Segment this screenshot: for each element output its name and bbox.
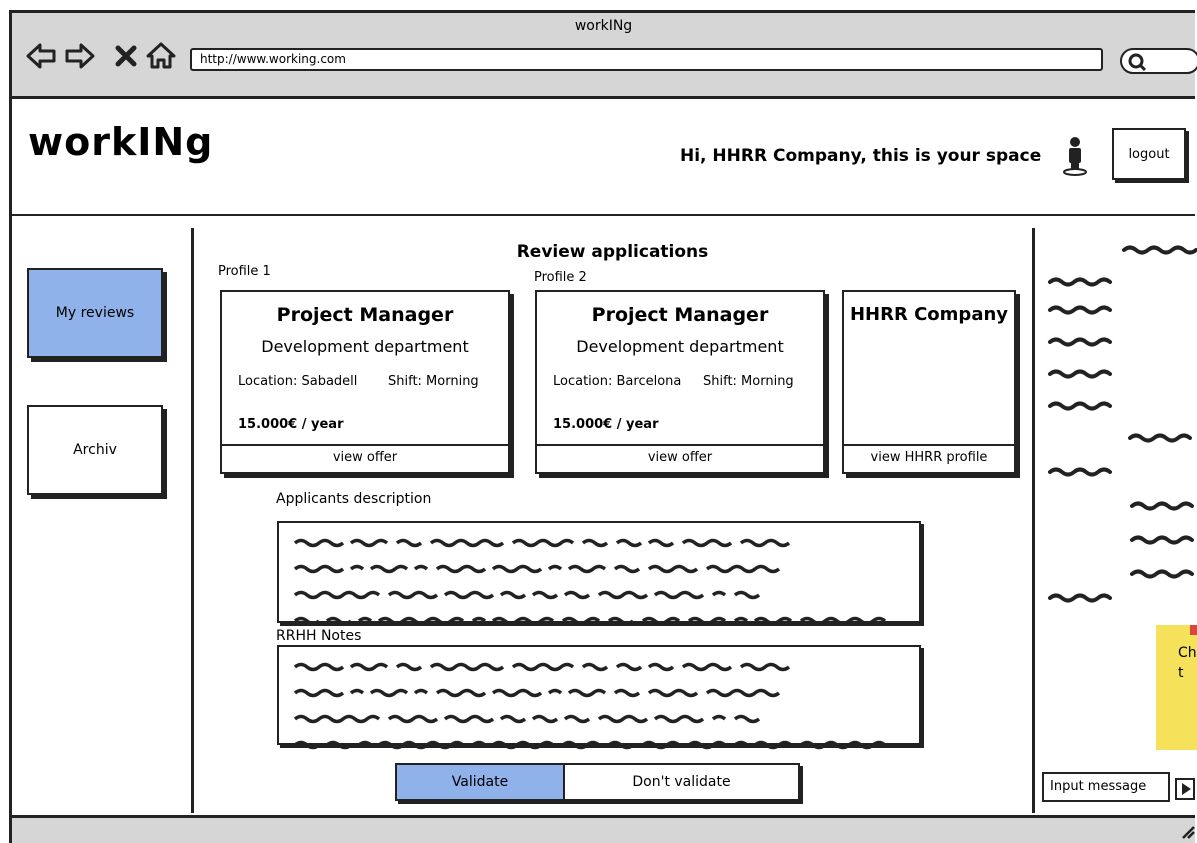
chat-message	[1048, 401, 1112, 411]
profile-card-1: Project Manager Development department L…	[220, 290, 510, 474]
job-department: Development department	[261, 337, 469, 356]
profile-card-2: Project Manager Development department L…	[535, 290, 825, 474]
applicants-label: Applicants description	[276, 491, 432, 507]
browser-search-button[interactable]	[1120, 48, 1197, 74]
chat-message	[1048, 337, 1112, 347]
sticky-pin	[1190, 625, 1197, 635]
chat-message	[1130, 569, 1194, 579]
url-bar[interactable]: http://www.working.com	[190, 48, 1103, 71]
chat-message	[1128, 433, 1192, 443]
job-salary: 15.000€ / year	[553, 417, 659, 432]
scribble-text	[293, 714, 761, 724]
chat-message	[1048, 369, 1112, 379]
scribble-text	[293, 740, 887, 750]
job-salary: 15.000€ / year	[238, 417, 344, 432]
applicants-description-box[interactable]	[277, 521, 921, 626]
sticky-note: Ch t	[1156, 625, 1197, 750]
titlebar-divider	[12, 96, 1195, 99]
sticky-note-text: Ch t	[1178, 645, 1197, 681]
job-title: Project Manager	[276, 304, 454, 326]
chat-message	[1048, 277, 1112, 287]
view-offer-button[interactable]: view offer	[222, 444, 508, 472]
scribble-text	[293, 564, 781, 574]
header-divider	[12, 214, 1195, 216]
sidebar-item-label: My reviews	[55, 305, 135, 321]
section-title: Review applications	[516, 242, 709, 262]
dont-validate-button[interactable]: Don't validate	[565, 765, 798, 799]
scribble-text	[293, 590, 761, 600]
chat-message	[1122, 245, 1197, 255]
sidebar-item-label: Archiv	[73, 442, 117, 458]
chat-message	[1130, 501, 1194, 511]
user-icon	[1063, 137, 1087, 176]
window-title: workINg	[574, 18, 633, 34]
stop-icon[interactable]	[113, 36, 139, 76]
job-shift: Shift: Morning	[703, 374, 794, 389]
sidebar-item-archiv[interactable]: Archiv	[27, 405, 163, 495]
scribble-text	[293, 662, 791, 672]
resize-handle-icon[interactable]	[1180, 824, 1196, 840]
chat-message	[1130, 535, 1194, 545]
chat-message-input[interactable]: Input message	[1042, 772, 1170, 802]
scribble-text	[293, 688, 781, 698]
chat-message	[1048, 593, 1112, 603]
view-hhrr-profile-button[interactable]: view HHRR profile	[844, 444, 1014, 472]
scribble-text	[293, 538, 791, 548]
profile-2-label: Profile 2	[534, 270, 587, 285]
job-title: Project Manager	[591, 304, 769, 326]
app-logo: workINg	[28, 120, 214, 164]
validate-button[interactable]: Validate	[397, 765, 565, 799]
sidebar-item-my-reviews[interactable]: My reviews	[27, 268, 163, 358]
status-bar	[12, 818, 1195, 843]
chat-messages	[1048, 245, 1197, 603]
chat-message	[1048, 467, 1112, 477]
search-icon	[1128, 53, 1147, 72]
back-arrow-icon[interactable]	[24, 36, 58, 76]
send-button[interactable]	[1175, 778, 1195, 800]
job-shift: Shift: Morning	[388, 374, 479, 389]
job-location: Location: Sabadell	[238, 374, 358, 389]
logout-button[interactable]: logout	[1112, 128, 1186, 180]
notes-label: RRHH Notes	[276, 628, 362, 644]
chat-message	[1048, 305, 1112, 315]
job-department: Development department	[576, 337, 784, 356]
profile-1-label: Profile 1	[218, 264, 271, 279]
scribble-text	[293, 616, 887, 626]
forward-arrow-icon[interactable]	[63, 36, 97, 76]
company-card: HHRR Company view HHRR profile	[842, 290, 1016, 474]
home-icon[interactable]	[144, 36, 178, 76]
play-icon	[1182, 783, 1191, 795]
company-name: HHRR Company	[849, 304, 1009, 325]
sidebar-divider	[191, 228, 194, 813]
greeting-text: Hi, HHRR Company, this is your space	[680, 146, 1042, 166]
view-offer-button[interactable]: view offer	[537, 444, 823, 472]
chat-divider	[1032, 228, 1035, 813]
validation-button-group: Validate Don't validate	[395, 763, 800, 801]
job-location: Location: Barcelona	[553, 374, 682, 389]
rrhh-notes-box[interactable]	[277, 645, 921, 750]
